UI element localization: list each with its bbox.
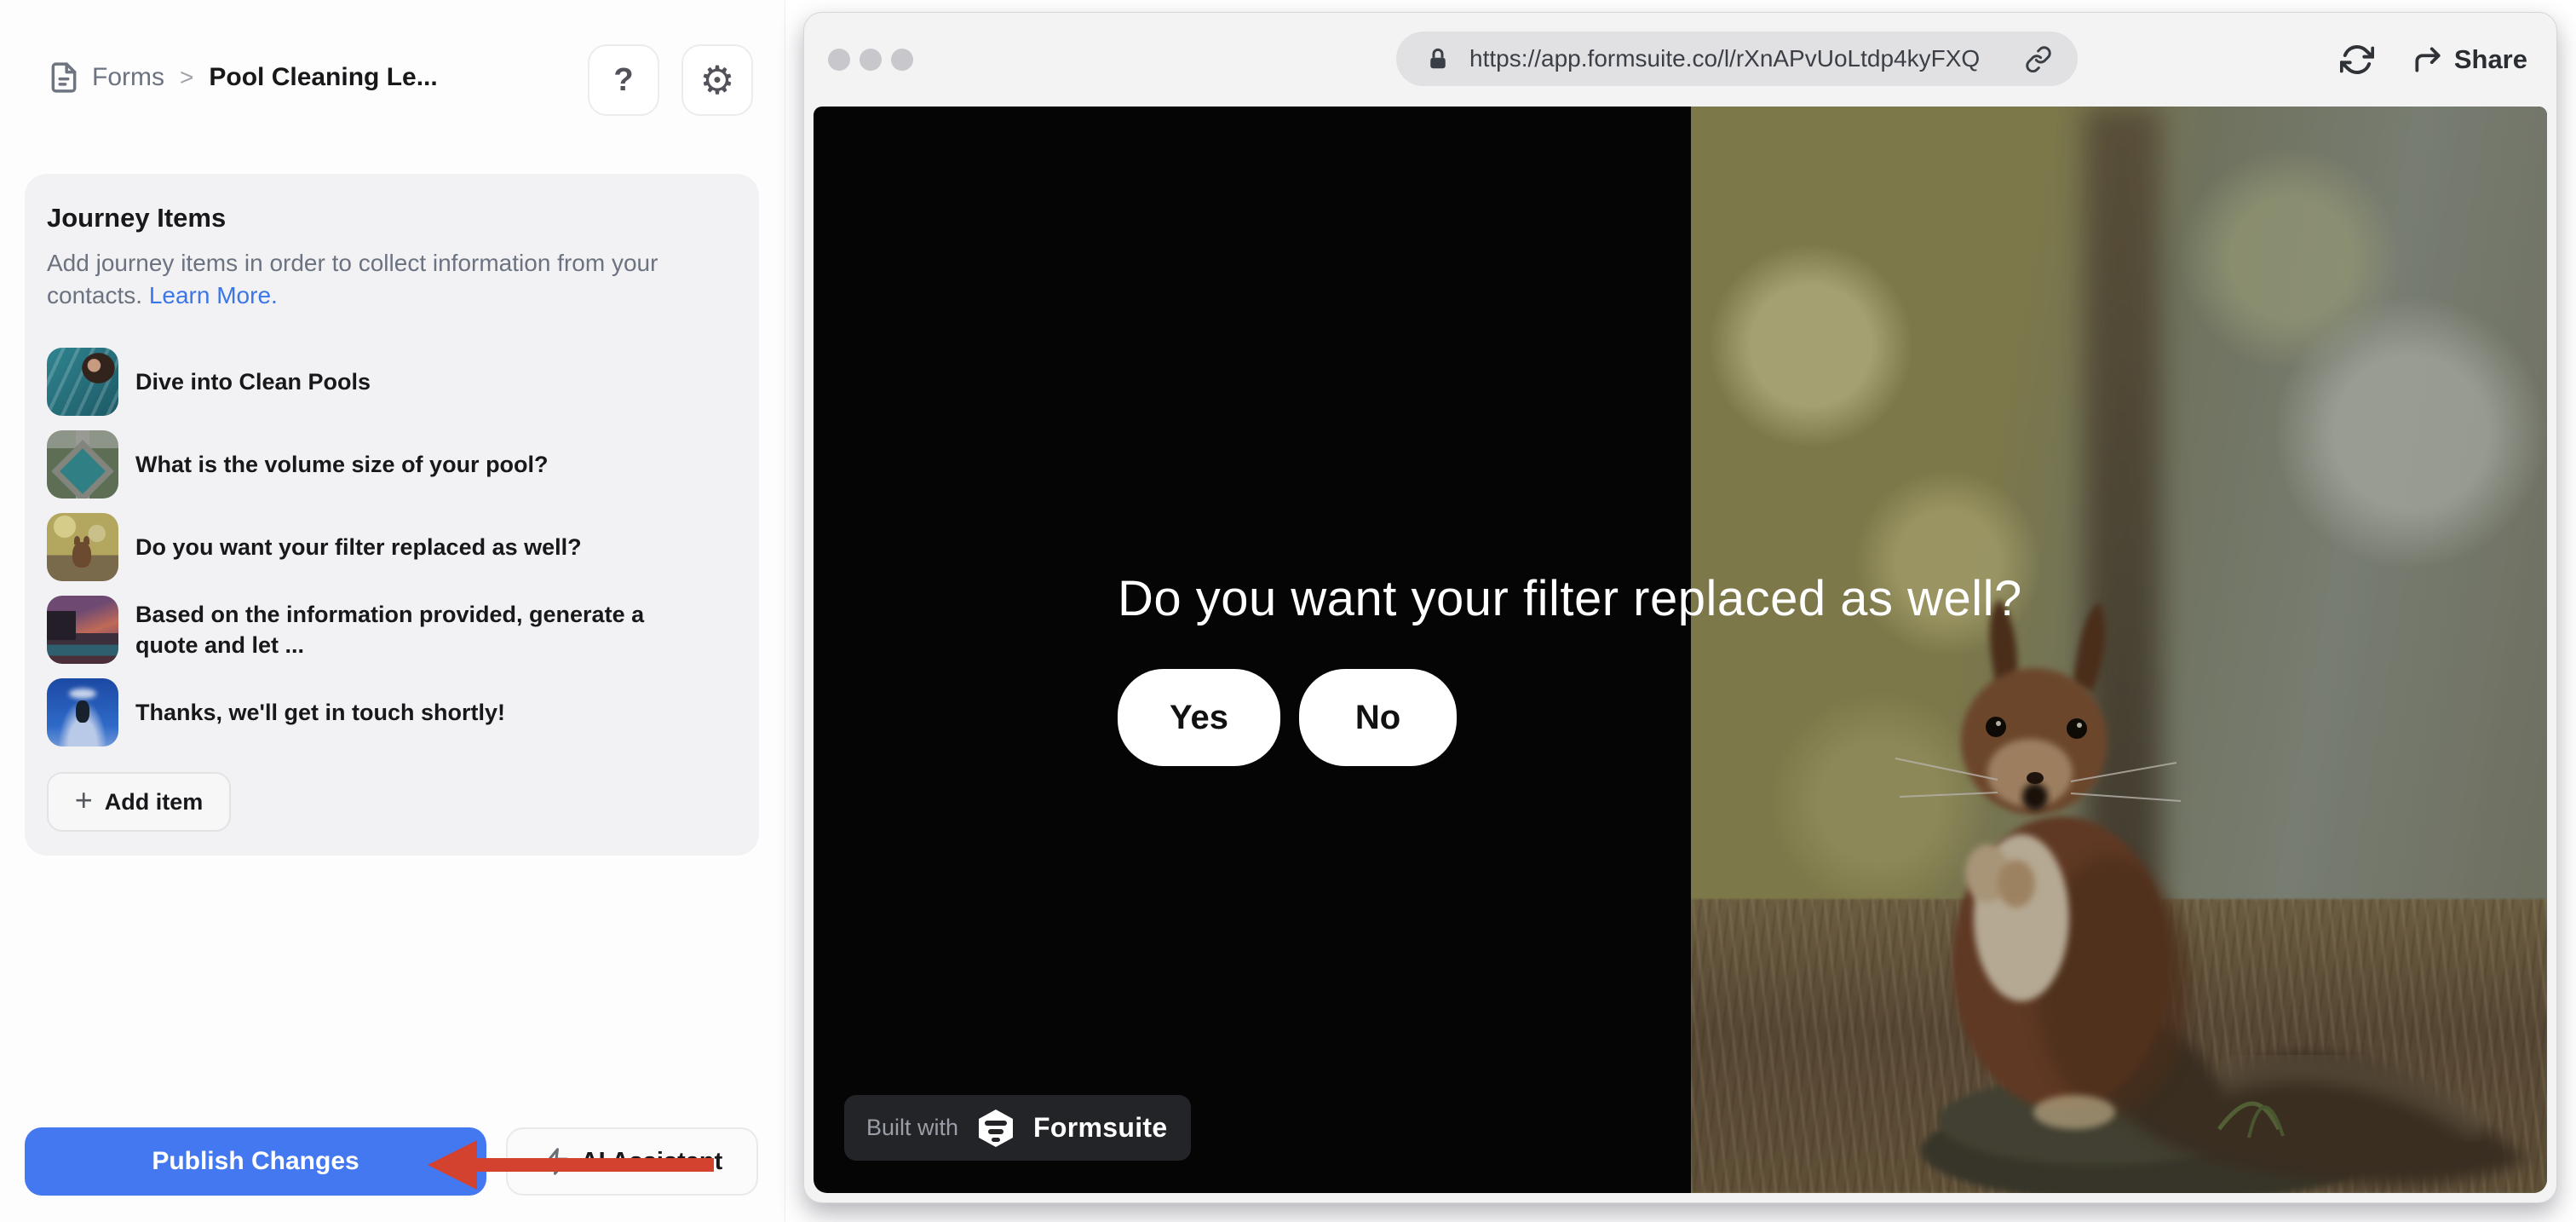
share-icon xyxy=(2412,43,2444,76)
journey-items-list: Dive into Clean Pools What is the volume… xyxy=(47,348,737,746)
browser-toolbar: https://app.formsuite.co/l/rXnAPvUoLtdp4… xyxy=(804,13,2556,107)
help-button[interactable]: ? xyxy=(588,44,659,116)
share-label: Share xyxy=(2454,44,2527,75)
window-dot[interactable] xyxy=(860,49,882,71)
toolbar-right-controls: Share xyxy=(2340,13,2527,107)
form-preview-content: Do you want your filter replaced as well… xyxy=(814,107,2547,1193)
lightning-bolt-icon xyxy=(542,1147,571,1176)
yes-button[interactable]: Yes xyxy=(1118,669,1280,766)
gear-icon: ⚙ xyxy=(699,61,734,100)
journey-item-dive-into-clean-pools[interactable]: Dive into Clean Pools xyxy=(47,348,737,416)
thumbnail-sunset-pool-house xyxy=(47,596,118,664)
publish-changes-button[interactable]: Publish Changes xyxy=(25,1127,486,1196)
journey-items-panel: Journey Items Add journey items in order… xyxy=(25,174,759,856)
no-button[interactable]: No xyxy=(1299,669,1457,766)
thumbnail-pool-swimmer xyxy=(47,348,118,416)
browser-preview-window: https://app.formsuite.co/l/rXnAPvUoLtdp4… xyxy=(803,12,2557,1203)
journey-item-filter-replaced[interactable]: Do you want your filter replaced as well… xyxy=(47,513,737,581)
form-question: Do you want your filter replaced as well… xyxy=(1118,570,2022,627)
question-mark-icon: ? xyxy=(613,62,633,99)
window-controls xyxy=(828,49,913,71)
formsuite-brand-label: Formsuite xyxy=(1033,1112,1167,1144)
address-bar[interactable]: https://app.formsuite.co/l/rXnAPvUoLtdp4… xyxy=(1396,32,2078,86)
journey-items-title: Journey Items xyxy=(47,203,737,233)
journey-item-thanks[interactable]: Thanks, we'll get in touch shortly! xyxy=(47,678,737,746)
breadcrumb: Forms > Pool Cleaning Le... xyxy=(48,61,438,94)
share-button[interactable]: Share xyxy=(2412,43,2527,76)
url-text: https://app.formsuite.co/l/rXnAPvUoLtdp4… xyxy=(1469,45,2006,72)
refresh-icon[interactable] xyxy=(2340,43,2374,77)
photo-dark-overlay xyxy=(1691,107,2547,1193)
document-icon xyxy=(48,61,80,94)
thumbnail-underwater-diver xyxy=(47,678,118,746)
thumbnail-squirrel xyxy=(47,513,118,581)
journey-item-label: Thanks, we'll get in touch shortly! xyxy=(135,697,505,728)
window-dot[interactable] xyxy=(828,49,850,71)
thumbnail-pool-overhead xyxy=(47,430,118,499)
lock-icon xyxy=(1425,46,1451,72)
built-with-label: Built with xyxy=(866,1115,958,1141)
description-text: Add journey items in order to collect in… xyxy=(47,250,658,308)
journey-item-pool-volume[interactable]: What is the volume size of your pool? xyxy=(47,430,737,499)
add-item-label: Add item xyxy=(105,789,204,816)
learn-more-link[interactable]: Learn More. xyxy=(149,282,278,308)
add-item-button[interactable]: + Add item xyxy=(47,772,231,832)
window-dot[interactable] xyxy=(891,49,913,71)
built-with-badge[interactable]: Built with Formsuite xyxy=(844,1095,1191,1161)
page-title: Pool Cleaning Le... xyxy=(209,63,437,92)
plus-icon: + xyxy=(75,785,93,816)
answer-buttons: Yes No xyxy=(1118,669,1457,766)
formsuite-logo-icon xyxy=(972,1104,1020,1152)
journey-items-description: Add journey items in order to collect in… xyxy=(47,247,728,312)
link-icon[interactable] xyxy=(2025,45,2052,72)
ai-assistant-button[interactable]: AI Assistant xyxy=(506,1127,758,1196)
squirrel-photo xyxy=(1691,107,2547,1193)
journey-item-generate-quote[interactable]: Based on the information provided, gener… xyxy=(47,596,737,664)
settings-button[interactable]: ⚙ xyxy=(681,44,753,116)
journey-item-label: Do you want your filter replaced as well… xyxy=(135,532,582,562)
ai-assistant-label: AI Assistant xyxy=(581,1148,723,1176)
breadcrumb-forms-link[interactable]: Forms xyxy=(92,63,164,92)
journey-item-label: What is the volume size of your pool? xyxy=(135,449,549,480)
journey-item-label: Dive into Clean Pools xyxy=(135,366,371,397)
sidebar: Forms > Pool Cleaning Le... ? ⚙ Journey … xyxy=(0,0,785,1222)
journey-item-label: Based on the information provided, gener… xyxy=(135,599,698,660)
breadcrumb-separator: > xyxy=(176,64,197,91)
